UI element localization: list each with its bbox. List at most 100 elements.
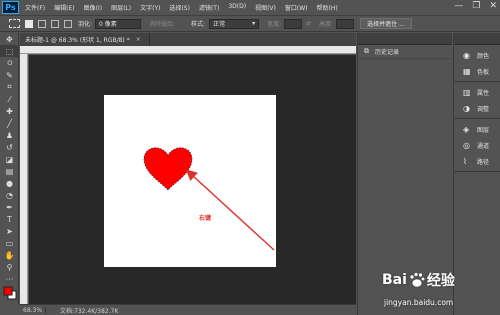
close-icon[interactable]: ✕ <box>489 1 497 11</box>
swap-icon[interactable]: ⇄ <box>306 20 311 27</box>
tab-strip <box>150 33 356 46</box>
menu-image[interactable]: 图像(I) <box>84 3 102 12</box>
height-label: 高度: <box>319 21 334 28</box>
pen-tool-icon[interactable]: ✒ <box>0 201 19 213</box>
menu-select[interactable]: 选择(S) <box>169 3 190 12</box>
menu-layer[interactable]: 图层(L) <box>111 3 131 12</box>
heart-shape <box>143 147 193 191</box>
layers-icon: ◈ <box>463 124 470 134</box>
path-select-tool-icon[interactable]: ➤ <box>0 225 19 237</box>
swatches-icon: ▦ <box>463 66 471 76</box>
menu-type[interactable]: 文字(Y) <box>140 3 160 12</box>
color-swatches-icon[interactable] <box>0 285 19 301</box>
antialias-checkbox[interactable]: 消除锯齿 <box>149 19 173 28</box>
panel-paths-label: 路径 <box>477 158 490 166</box>
eraser-tool-icon[interactable]: ◪ <box>0 153 19 165</box>
layers-panel-group: ◈ 图层 ◎ 通道 ⌇ 路径 <box>454 119 500 172</box>
minimize-icon[interactable]: — <box>454 1 463 11</box>
panel-paths[interactable]: ⌇ 路径 <box>454 153 500 169</box>
new-selection-icon[interactable] <box>25 19 33 28</box>
menu-help[interactable]: 帮助(H) <box>317 3 338 12</box>
color-panel-group: ◉ 颜色 ▦ 色板 <box>454 45 500 82</box>
healing-brush-tool-icon[interactable]: ✚ <box>0 105 19 117</box>
close-icon[interactable]: × <box>136 36 141 43</box>
intersect-selection-icon[interactable] <box>64 19 72 28</box>
menu-edit[interactable]: 编辑(E) <box>54 3 74 12</box>
properties-panel-group: ▥ 属性 ◑ 调整 <box>454 82 500 119</box>
height-input[interactable] <box>336 18 355 29</box>
zoom-tool-icon[interactable]: ⚲ <box>0 261 19 273</box>
style-select[interactable]: 正常 ▾ <box>209 18 260 29</box>
subtract-selection-icon[interactable] <box>51 19 59 28</box>
move-tool-icon[interactable]: ✥ <box>0 33 19 45</box>
vertical-ruler[interactable] <box>20 54 28 304</box>
crop-tool-icon[interactable]: ⌗ <box>0 81 19 93</box>
baidu-jingyan-watermark: Bai 经验 jingyan.baidu.com <box>382 270 500 315</box>
eyedropper-tool-icon[interactable]: ⁄ <box>0 93 19 105</box>
watermark-brand-post: 经验 <box>426 273 455 289</box>
clone-stamp-tool-icon[interactable]: ♟ <box>0 129 19 141</box>
restore-icon[interactable]: ❐ <box>472 1 480 11</box>
panel-swatches-label: 色板 <box>477 68 490 76</box>
style-label: 样式: <box>191 21 206 28</box>
document-canvas[interactable]: 右键 <box>104 95 276 267</box>
annotation-label: 右键 <box>199 215 212 222</box>
width-label: 宽度: <box>267 21 282 28</box>
horizontal-ruler[interactable] <box>20 46 356 54</box>
gradient-tool-icon[interactable]: ▤ <box>0 165 19 177</box>
document-info[interactable]: 文档:732.4K/382.7K <box>60 306 118 315</box>
paw-icon <box>408 271 426 289</box>
panel-layers-label: 图层 <box>477 126 490 134</box>
panel-layers[interactable]: ◈ 图层 <box>454 121 500 137</box>
panel-header <box>358 33 452 45</box>
rectangular-marquee-icon[interactable] <box>9 19 20 28</box>
panel-swatches[interactable]: ▦ 色板 <box>454 63 500 79</box>
panel-properties-label: 属性 <box>477 89 490 97</box>
feather-label: 羽化: <box>78 21 93 28</box>
marquee-tool-icon[interactable]: ⬚ <box>0 45 19 57</box>
panel-channels-label: 通道 <box>477 142 490 150</box>
width-input[interactable] <box>284 18 303 29</box>
panel-color[interactable]: ◉ 颜色 <box>454 47 500 63</box>
options-bar: 羽化: 0 像素 消除锯齿 样式: 正常 ▾ 宽度: ⇄ 高度: 选择并遮住 .… <box>0 15 500 32</box>
document-tab[interactable]: 未标题-1 @ 68.3% (形状 1, RGB/8) * × <box>20 33 150 46</box>
menu-3d[interactable]: 3D(D) <box>228 3 246 12</box>
zoom-level[interactable]: 68.3% <box>20 306 46 314</box>
more-tools-icon[interactable]: ··· <box>0 273 19 285</box>
menu-window[interactable]: 窗口(W) <box>285 3 308 12</box>
canvas-workspace[interactable]: 右键 <box>29 55 356 304</box>
menu-view[interactable]: 视图(V) <box>255 3 276 12</box>
panel-adjustments[interactable]: ◑ 调整 <box>454 100 500 116</box>
menu-items: 文件(F) 编辑(E) 图像(I) 图层(L) 文字(Y) 选择(S) 滤镜(T… <box>25 3 347 12</box>
menu-filter[interactable]: 滤镜(T) <box>199 3 219 12</box>
panel-color-label: 颜色 <box>477 52 490 60</box>
shape-tool-icon[interactable]: ▭ <box>0 237 19 249</box>
blur-tool-icon[interactable]: ● <box>0 177 19 189</box>
document-tab-title: 未标题-1 @ 68.3% (形状 1, RGB/8) * <box>25 37 130 44</box>
style-value: 正常 <box>213 21 226 28</box>
palette-icon: ◉ <box>463 50 470 60</box>
lasso-tool-icon[interactable]: ഠ <box>0 57 19 69</box>
dodge-tool-icon[interactable]: ◔ <box>0 189 19 201</box>
history-panel-tab[interactable]: ⧉ 历史记录 <box>358 45 452 59</box>
chevron-down-icon: ▾ <box>252 20 256 27</box>
brush-tool-icon[interactable]: ╱ <box>0 117 19 129</box>
hand-tool-icon[interactable]: ✋ <box>0 249 19 261</box>
panel-adjustments-label: 调整 <box>477 105 490 113</box>
adjustments-icon: ◑ <box>463 103 470 113</box>
canvas-drawing <box>143 147 275 251</box>
history-brush-tool-icon[interactable]: ↺ <box>0 141 19 153</box>
select-and-mask-button[interactable]: 选择并遮住 ... <box>360 18 412 29</box>
history-icon: ⧉ <box>364 47 369 55</box>
add-to-selection-icon[interactable] <box>38 19 46 28</box>
menu-file[interactable]: 文件(F) <box>25 3 45 12</box>
feather-input[interactable]: 0 像素 <box>95 18 142 29</box>
watermark-url: jingyan.baidu.com <box>384 298 454 307</box>
panel-channels[interactable]: ◎ 通道 <box>454 137 500 153</box>
quick-select-tool-icon[interactable]: ✎ <box>0 69 19 81</box>
type-tool-icon[interactable]: T <box>0 213 19 225</box>
menu-bar: Ps 文件(F) 编辑(E) 图像(I) 图层(L) 文字(Y) 选择(S) 滤… <box>0 0 500 15</box>
watermark-brand-pre: Bai <box>382 272 407 288</box>
panel-properties[interactable]: ▥ 属性 <box>454 84 500 100</box>
toolbox: ✥ ⬚ ഠ ✎ ⌗ ⁄ ✚ ╱ ♟ ↺ ◪ ▤ ● ◔ ✒ T ➤ ▭ ✋ ⚲ … <box>0 33 19 304</box>
